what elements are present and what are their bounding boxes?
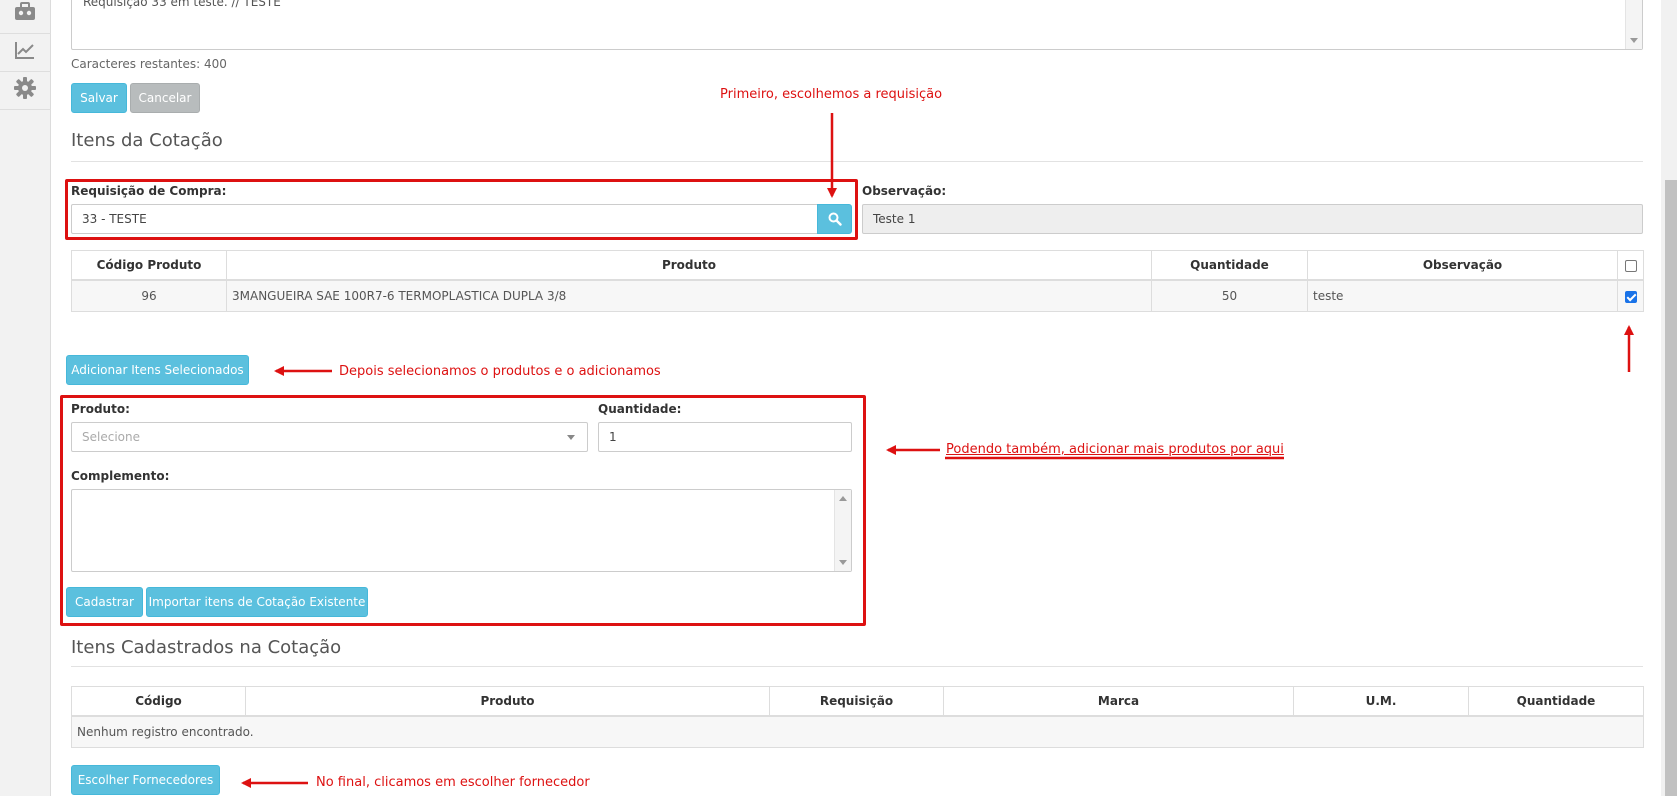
annotation-arrows — [241, 113, 1634, 788]
